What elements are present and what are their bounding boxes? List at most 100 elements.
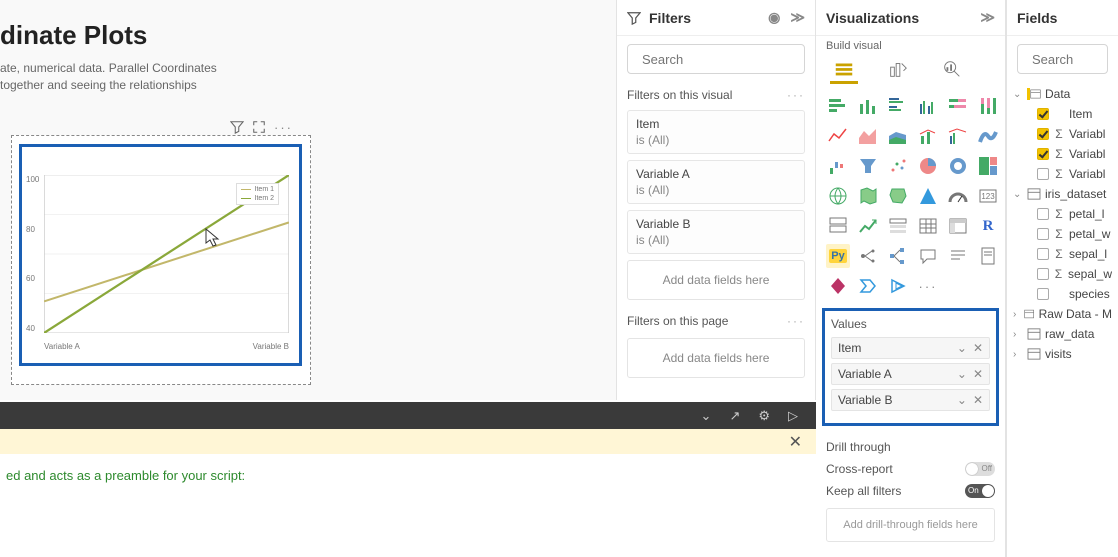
matrix-icon[interactable] (946, 214, 970, 238)
field-sepal-width[interactable]: Σsepal_w (1011, 264, 1114, 284)
python-visual-icon[interactable]: Py (826, 244, 850, 268)
clustered-bar-icon[interactable] (886, 94, 910, 118)
map-icon[interactable] (826, 184, 850, 208)
field-variable-a[interactable]: ΣVariabl (1011, 124, 1114, 144)
funnel-icon[interactable] (856, 154, 880, 178)
checkbox[interactable] (1037, 268, 1049, 280)
fields-search[interactable] (1017, 44, 1108, 74)
stacked-column-100-icon[interactable] (976, 94, 1000, 118)
key-influencers-icon[interactable] (856, 244, 880, 268)
remove-icon[interactable]: ✕ (973, 367, 983, 381)
more-icon[interactable]: ··· (787, 314, 805, 328)
field-item[interactable]: Item (1011, 104, 1114, 124)
stacked-area-icon[interactable] (886, 124, 910, 148)
close-icon[interactable]: ✕ (789, 432, 802, 452)
power-automate-icon[interactable] (856, 274, 880, 298)
filter-page-dropzone[interactable]: Add data fields here (627, 338, 805, 378)
checkbox[interactable] (1037, 208, 1049, 220)
stacked-bar-100-icon[interactable] (946, 94, 970, 118)
azure-map-icon[interactable] (916, 184, 940, 208)
area-icon[interactable] (856, 124, 880, 148)
more-visuals-icon[interactable]: ··· (916, 274, 940, 298)
table-raw-data-m[interactable]: › Raw Data - M (1011, 304, 1114, 324)
scatter-icon[interactable] (886, 154, 910, 178)
field-sepal-length[interactable]: Σsepal_l (1011, 244, 1114, 264)
remove-icon[interactable]: ✕ (973, 341, 983, 355)
focus-icon[interactable] (252, 120, 266, 134)
smart-narrative-icon[interactable] (946, 244, 970, 268)
decomposition-tree-icon[interactable] (886, 244, 910, 268)
open-external-icon[interactable]: ↗ (729, 408, 740, 424)
chevron-down-icon[interactable]: ⌄ (957, 393, 967, 407)
table-data[interactable]: ⌄ Data (1011, 84, 1114, 104)
line-icon[interactable] (826, 124, 850, 148)
value-row-item[interactable]: Item ⌄✕ (831, 337, 990, 359)
filter-card-variable-a[interactable]: Variable A is (All) (627, 160, 805, 204)
tab-format[interactable] (884, 56, 912, 84)
chevron-down-icon[interactable]: ⌄ (957, 367, 967, 381)
remove-icon[interactable]: ✕ (973, 393, 983, 407)
more-icon[interactable]: ··· (274, 120, 293, 135)
get-visuals-icon[interactable] (886, 274, 910, 298)
qa-icon[interactable] (916, 244, 940, 268)
gauge-icon[interactable] (946, 184, 970, 208)
field-variable-c[interactable]: ΣVariabl (1011, 164, 1114, 184)
kpi-icon[interactable] (856, 214, 880, 238)
table-raw-data[interactable]: › raw_data (1011, 324, 1114, 344)
tab-build[interactable] (830, 56, 858, 84)
table-icon[interactable] (916, 214, 940, 238)
checkbox[interactable] (1037, 168, 1049, 180)
checkbox[interactable] (1037, 228, 1049, 240)
filled-map-icon[interactable] (856, 184, 880, 208)
gear-icon[interactable]: ⚙ (758, 408, 770, 424)
filter-icon[interactable] (230, 120, 244, 134)
waterfall-icon[interactable] (826, 154, 850, 178)
parallel-coordinates-visual[interactable]: 100 80 60 40 Variable A Variable B (19, 144, 302, 366)
cross-report-toggle[interactable]: Off (965, 462, 995, 476)
play-icon[interactable]: ▷ (788, 408, 798, 424)
value-row-variable-a[interactable]: Variable A ⌄✕ (831, 363, 990, 385)
line-clustered-column-icon[interactable] (946, 124, 970, 148)
checkbox[interactable] (1037, 248, 1049, 260)
card-icon[interactable]: 123 (976, 184, 1000, 208)
value-row-variable-b[interactable]: Variable B ⌄✕ (831, 389, 990, 411)
shape-map-icon[interactable] (886, 184, 910, 208)
chevron-down-icon[interactable]: ⌄ (701, 408, 712, 424)
checkbox[interactable] (1037, 288, 1049, 300)
treemap-icon[interactable] (976, 154, 1000, 178)
keep-filters-toggle[interactable]: On (965, 484, 995, 498)
tab-analytics[interactable] (938, 56, 966, 84)
ribbon-icon[interactable] (976, 124, 1000, 148)
checkbox[interactable] (1037, 148, 1049, 160)
filter-visual-dropzone[interactable]: Add data fields here (627, 260, 805, 300)
table-iris[interactable]: ⌄ iris_dataset (1011, 184, 1114, 204)
checkbox[interactable] (1037, 128, 1049, 140)
power-apps-icon[interactable] (826, 274, 850, 298)
filters-search-input[interactable] (642, 52, 818, 67)
collapse-icon[interactable]: ≫ (790, 9, 805, 26)
filter-card-variable-b[interactable]: Variable B is (All) (627, 210, 805, 254)
field-variable-b[interactable]: ΣVariabl (1011, 144, 1114, 164)
paginated-report-icon[interactable] (976, 244, 1000, 268)
filter-card-item[interactable]: Item is (All) (627, 110, 805, 154)
collapse-icon[interactable]: ≫ (980, 9, 995, 26)
multi-row-card-icon[interactable] (826, 214, 850, 238)
table-visits[interactable]: › visits (1011, 344, 1114, 364)
python-script-editor[interactable]: ed and acts as a preamble for your scrip… (0, 454, 816, 557)
chevron-down-icon[interactable]: ⌄ (957, 341, 967, 355)
field-petal-length[interactable]: Σpetal_l (1011, 204, 1114, 224)
eye-icon[interactable]: ◉ (768, 9, 780, 26)
stacked-column-icon[interactable] (856, 94, 880, 118)
r-visual-icon[interactable]: R (976, 214, 1000, 238)
drill-through-dropzone[interactable]: Add drill-through fields here (826, 508, 995, 542)
field-species[interactable]: species (1011, 284, 1114, 304)
donut-icon[interactable] (946, 154, 970, 178)
line-stacked-column-icon[interactable] (916, 124, 940, 148)
field-petal-width[interactable]: Σpetal_w (1011, 224, 1114, 244)
pie-icon[interactable] (916, 154, 940, 178)
more-icon[interactable]: ··· (787, 88, 805, 102)
filters-search[interactable] (627, 44, 805, 74)
checkbox[interactable] (1037, 108, 1049, 120)
fields-search-input[interactable] (1032, 52, 1118, 67)
slicer-icon[interactable] (886, 214, 910, 238)
